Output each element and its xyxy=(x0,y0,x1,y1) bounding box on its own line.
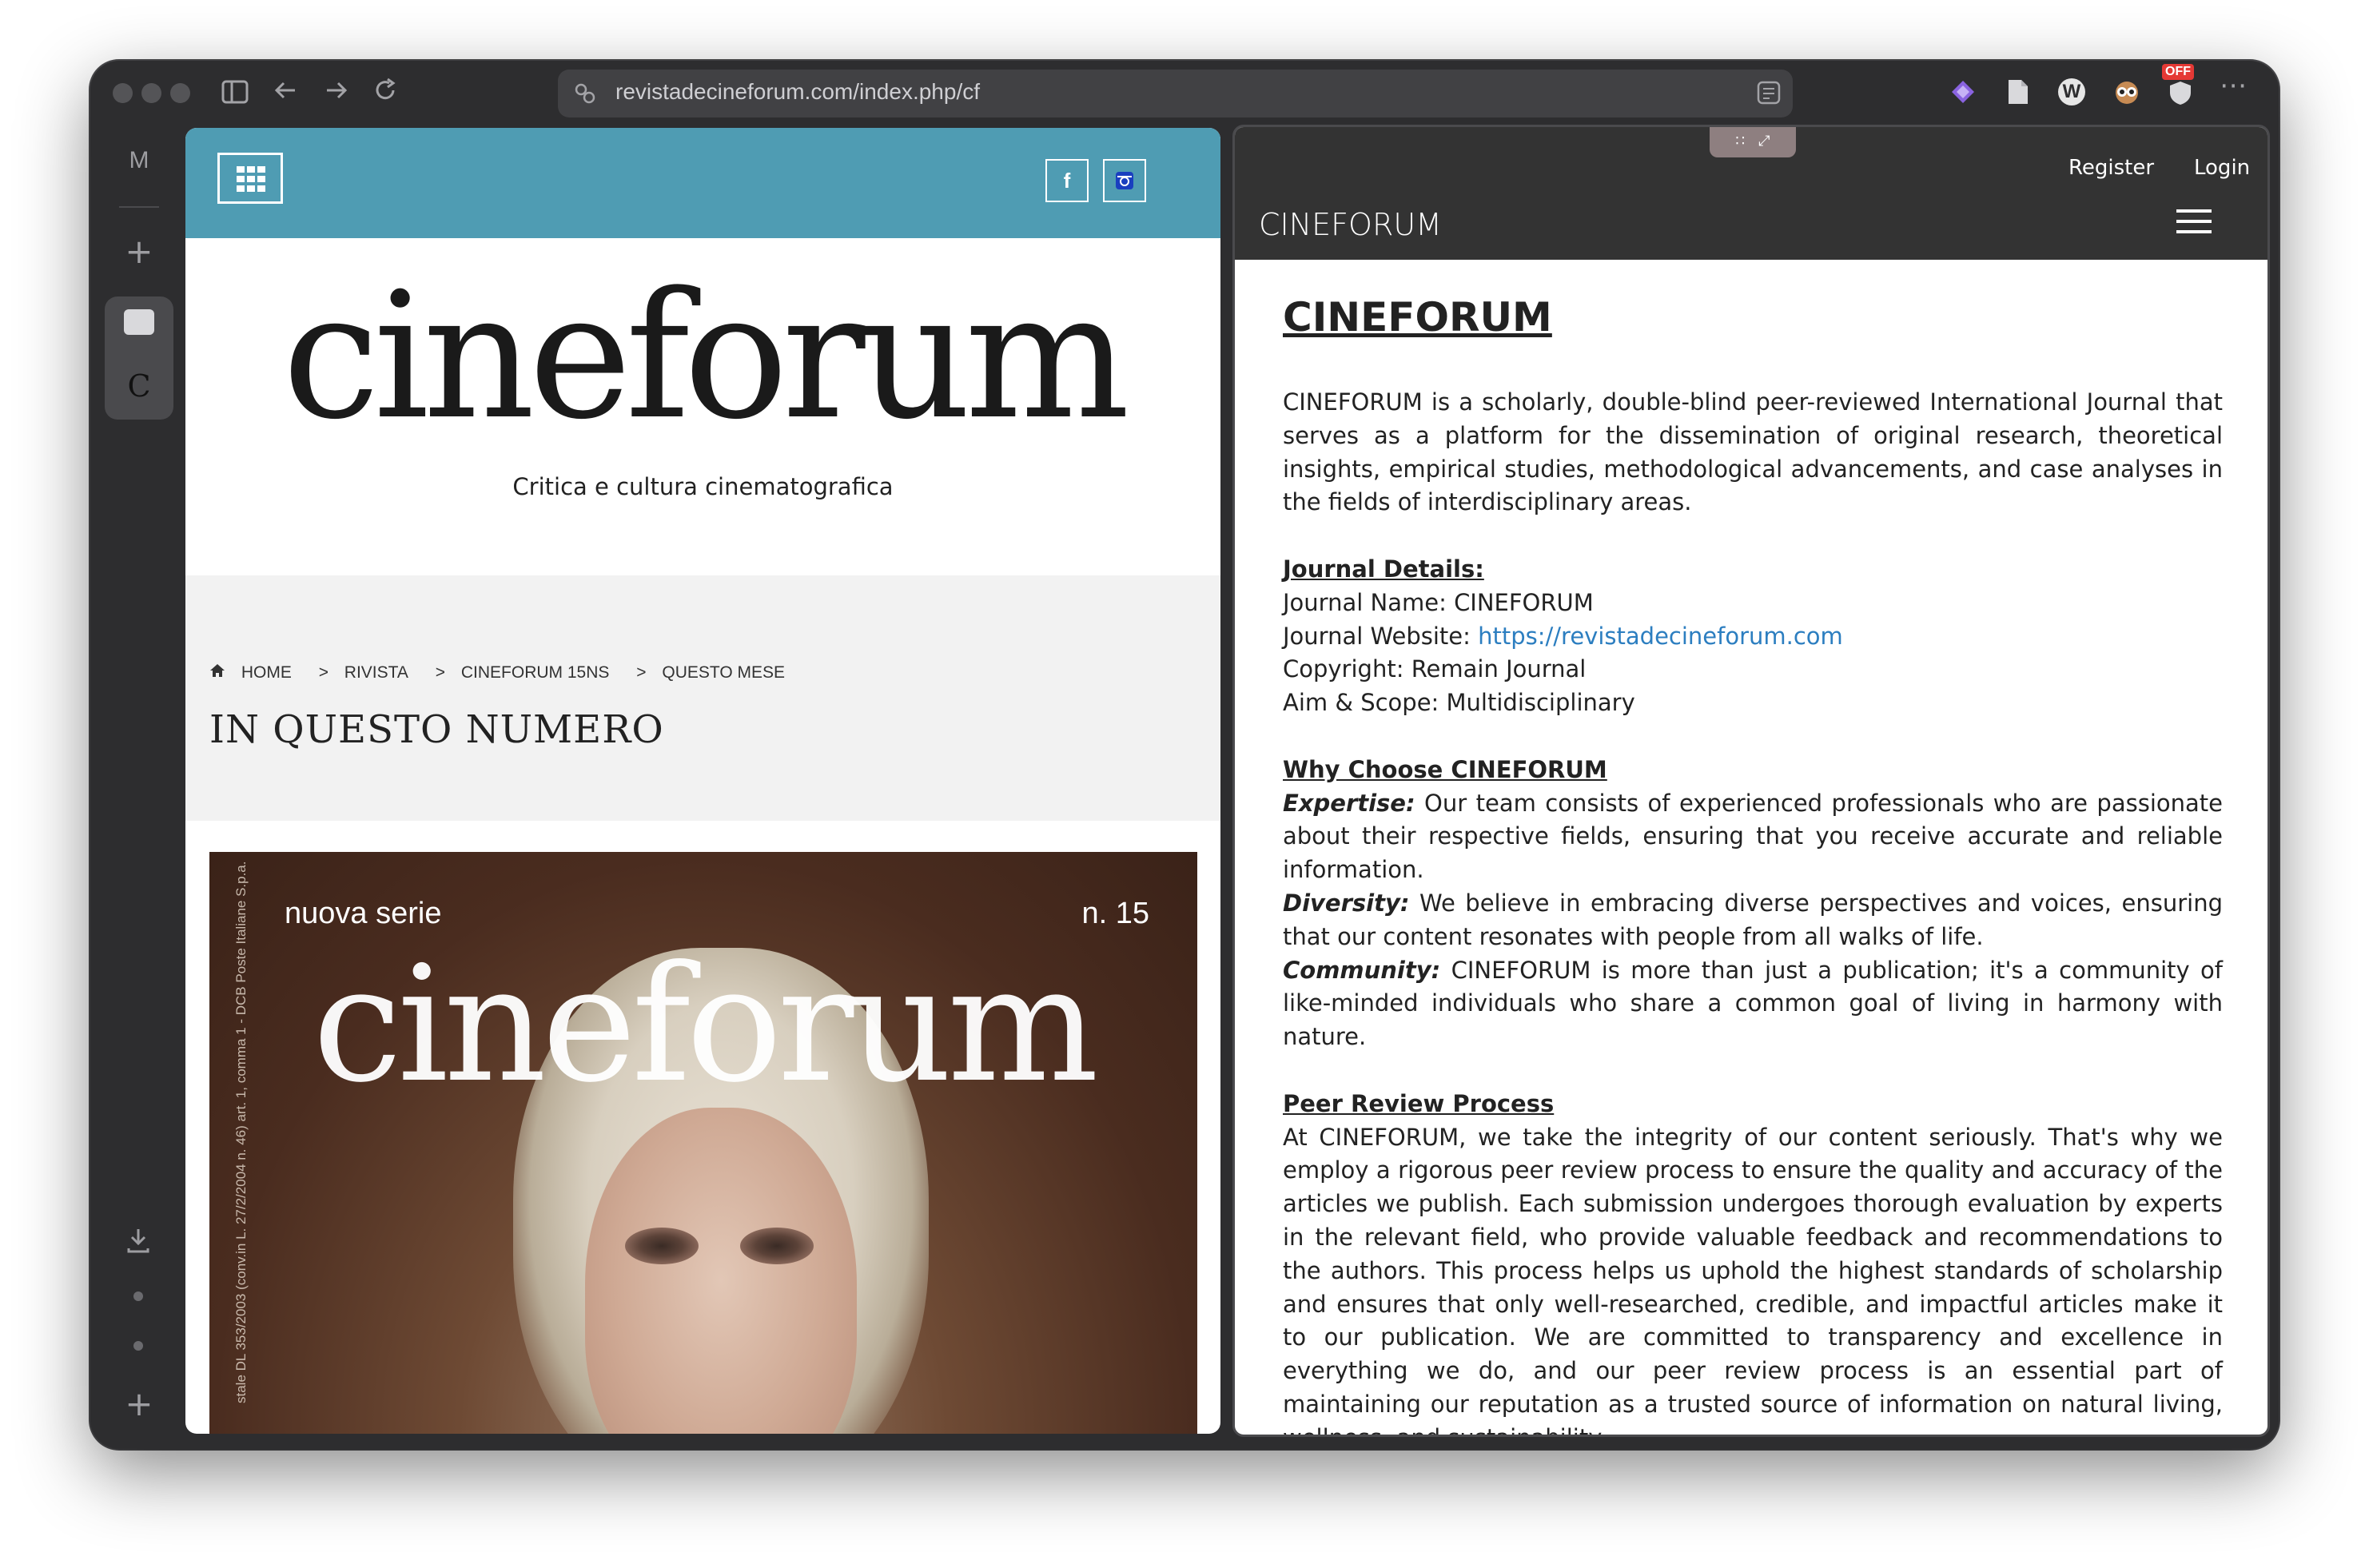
extension-owl-icon[interactable] xyxy=(2113,78,2140,105)
breadcrumb-current: QUESTO MESE xyxy=(662,663,786,682)
cover-series: nuova serie xyxy=(285,897,442,930)
window-zoom-button[interactable] xyxy=(170,83,190,103)
page-heading-band xyxy=(185,575,1220,821)
breadcrumb-separator: > xyxy=(318,663,328,682)
breadcrumb-issue[interactable]: CINEFORUM 15NS xyxy=(461,663,610,682)
downloads-icon[interactable] xyxy=(124,1226,153,1258)
window-close-button[interactable] xyxy=(113,83,133,103)
cover-face xyxy=(585,1108,857,1434)
why-community: Community: CINEFORUM is more than just a… xyxy=(1283,956,2223,1051)
address-bar[interactable]: revistadecineforum.com/index.php/cf xyxy=(558,70,1793,117)
why-expertise: Expertise: Our team consists of experien… xyxy=(1283,789,2223,884)
right-web-pane: ∷ ⤢ Register Login CINEFORUM CINEFORUM C… xyxy=(1232,125,2270,1437)
journal-title: CINEFORUM xyxy=(1283,294,1552,340)
site-logo[interactable]: cineforum xyxy=(185,256,1220,458)
extension-off-icon[interactable]: OFF xyxy=(2162,64,2194,105)
sidebar-dot-1[interactable] xyxy=(133,1291,143,1301)
window-minimize-button[interactable] xyxy=(141,83,161,103)
extension-w-icon[interactable]: W xyxy=(2058,78,2085,105)
profile-initial[interactable]: M xyxy=(119,147,159,174)
left-web-pane: f cineforum Critica e cultura cinematogr… xyxy=(185,128,1220,1434)
detail-aim-scope: Aim & Scope: Multidisciplinary xyxy=(1283,689,1635,717)
section-title: IN QUESTO NUMERO xyxy=(209,707,664,752)
journal-website-link[interactable]: https://revistadecineforum.com xyxy=(1478,623,1843,650)
split-view-handle[interactable]: ∷ ⤢ xyxy=(1710,127,1796,157)
add-space-plus-icon[interactable]: + xyxy=(119,1387,159,1421)
register-link[interactable]: Register xyxy=(2068,156,2154,180)
forward-arrow-icon[interactable] xyxy=(322,77,349,109)
breadcrumb-rivista[interactable]: RIVISTA xyxy=(344,663,408,682)
peer-review-heading: Peer Review Process xyxy=(1283,1089,1555,1117)
peer-review-text: At CINEFORUM, we take the integrity of o… xyxy=(1283,1123,2223,1435)
url-text[interactable]: revistadecineforum.com/index.php/cf xyxy=(615,79,980,105)
extension-doc-icon[interactable] xyxy=(2005,78,2032,105)
menu-grid-button[interactable] xyxy=(217,153,283,204)
why-heading: Why Choose CINEFORUM xyxy=(1283,755,1607,783)
breadcrumb-home[interactable]: HOME xyxy=(241,663,292,682)
reader-mode-icon[interactable] xyxy=(1757,81,1781,108)
tab-c-favicon[interactable]: C xyxy=(105,368,173,404)
detail-journal-name: Journal Name: CINEFORUM xyxy=(1283,588,1594,616)
tab-favicon-icon[interactable] xyxy=(124,309,154,335)
cover-logo: cineforum xyxy=(313,932,1099,1118)
breadcrumb-separator: > xyxy=(435,663,446,682)
cover-eye-right xyxy=(740,1228,814,1264)
cover-side-text: stale DL 353/2003 (conv.in L. 27/2/2004 … xyxy=(233,861,249,1404)
extension-off-badge: OFF xyxy=(2162,64,2194,80)
login-link[interactable]: Login xyxy=(2194,156,2250,180)
cover-eye-left xyxy=(625,1228,699,1264)
site-header-bar: f xyxy=(185,128,1220,238)
back-arrow-icon[interactable] xyxy=(273,77,300,109)
hamburger-menu-icon[interactable] xyxy=(2176,209,2212,233)
home-icon[interactable] xyxy=(209,663,230,682)
facebook-icon[interactable]: f xyxy=(1045,159,1089,202)
sidebar-dot-2[interactable] xyxy=(133,1341,143,1351)
journal-navbar: ∷ ⤢ Register Login CINEFORUM xyxy=(1235,127,2267,260)
site-settings-icon[interactable] xyxy=(572,81,598,109)
issue-cover-image[interactable]: cineforum nuova serie n. 15 stale DL 353… xyxy=(209,852,1197,1434)
browser-window: revistadecineforum.com/index.php/cf W OF… xyxy=(90,61,2279,1449)
more-menu-icon[interactable]: ⋯ xyxy=(2220,72,2247,99)
detail-copyright: Copyright: Remain Journal xyxy=(1283,655,1587,683)
sidebar-tab-group[interactable]: C xyxy=(105,296,173,420)
instagram-icon[interactable] xyxy=(1103,159,1146,202)
new-tab-plus-icon[interactable]: + xyxy=(119,235,159,269)
extension-diamond-icon[interactable] xyxy=(1949,78,1977,105)
why-diversity: Diversity: We believe in embracing diver… xyxy=(1283,889,2223,950)
navbar-brand[interactable]: CINEFORUM xyxy=(1259,207,1442,242)
sidebar-toggle-icon[interactable] xyxy=(221,80,249,109)
reload-icon[interactable] xyxy=(372,77,399,109)
detail-journal-website: Journal Website: https://revistadecinefo… xyxy=(1283,622,1843,650)
journal-intro: CINEFORUM is a scholarly, double-blind p… xyxy=(1283,388,2223,516)
details-heading: Journal Details: xyxy=(1283,555,1484,583)
site-tagline: Critica e cultura cinematografica xyxy=(512,473,894,500)
sidebar-divider xyxy=(119,206,159,208)
journal-content: CINEFORUM CINEFORUM is a scholarly, doub… xyxy=(1283,293,2223,1435)
cover-issue-number: n. 15 xyxy=(1081,897,1149,930)
breadcrumb-separator: > xyxy=(636,663,647,682)
breadcrumb: HOME > RIVISTA > CINEFORUM 15NS > QUESTO… xyxy=(209,663,807,683)
